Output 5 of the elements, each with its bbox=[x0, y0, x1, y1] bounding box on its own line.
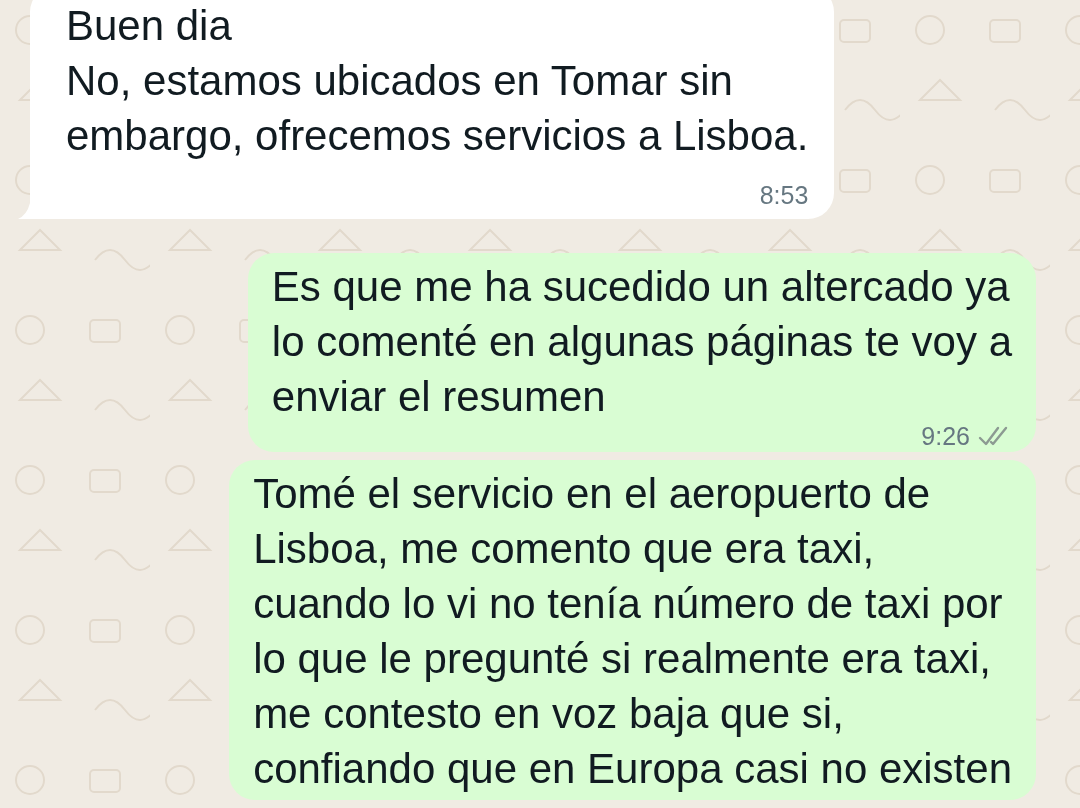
message-time: 8:53 bbox=[759, 183, 809, 207]
message-text: Buen dia No, estamos ubicados en Tomar sin embargo, ofrecemos servicios a Lisboa. bbox=[66, 1, 809, 161]
message-text: Tomé el servicio en el aeropuerto de Lisboa, me comento que era taxi, cuando lo vi no tenía número de taxi por lo que le pregunté si realmente era taxi, me contesto en voz baja que si, confiando que en Europa casi no existen bbox=[253, 469, 1012, 794]
message-text: Es que me ha sucedido un altercado ya lo comenté en algunas páginas te voy a enviar el resumen bbox=[271, 262, 1012, 422]
message-time: 9:26 bbox=[921, 424, 970, 448]
